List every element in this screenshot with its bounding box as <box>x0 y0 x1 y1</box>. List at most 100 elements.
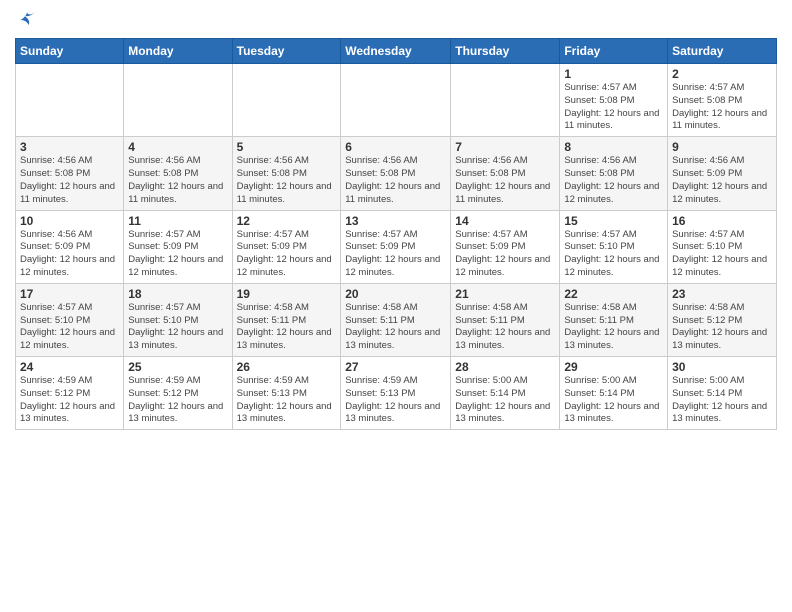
day-number: 3 <box>20 140 119 154</box>
calendar-header-row: SundayMondayTuesdayWednesdayThursdayFrid… <box>16 39 777 64</box>
day-number: 10 <box>20 214 119 228</box>
calendar-cell: 5Sunrise: 4:56 AM Sunset: 5:08 PM Daylig… <box>232 137 341 210</box>
day-number: 18 <box>128 287 227 301</box>
col-header-thursday: Thursday <box>451 39 560 64</box>
day-number: 23 <box>672 287 772 301</box>
day-number: 13 <box>345 214 446 228</box>
day-info: Sunrise: 5:00 AM Sunset: 5:14 PM Dayligh… <box>455 375 555 426</box>
day-number: 25 <box>128 360 227 374</box>
calendar-cell: 23Sunrise: 4:58 AM Sunset: 5:12 PM Dayli… <box>668 283 777 356</box>
day-info: Sunrise: 4:57 AM Sunset: 5:10 PM Dayligh… <box>20 302 119 353</box>
day-info: Sunrise: 4:56 AM Sunset: 5:08 PM Dayligh… <box>237 155 337 206</box>
day-info: Sunrise: 4:58 AM Sunset: 5:11 PM Dayligh… <box>237 302 337 353</box>
calendar-cell: 21Sunrise: 4:58 AM Sunset: 5:11 PM Dayli… <box>451 283 560 356</box>
calendar-cell: 19Sunrise: 4:58 AM Sunset: 5:11 PM Dayli… <box>232 283 341 356</box>
calendar-cell: 12Sunrise: 4:57 AM Sunset: 5:09 PM Dayli… <box>232 210 341 283</box>
day-info: Sunrise: 4:56 AM Sunset: 5:08 PM Dayligh… <box>455 155 555 206</box>
day-info: Sunrise: 4:57 AM Sunset: 5:09 PM Dayligh… <box>128 229 227 280</box>
calendar-cell: 8Sunrise: 4:56 AM Sunset: 5:08 PM Daylig… <box>560 137 668 210</box>
calendar-cell: 3Sunrise: 4:56 AM Sunset: 5:08 PM Daylig… <box>16 137 124 210</box>
day-info: Sunrise: 4:56 AM Sunset: 5:08 PM Dayligh… <box>128 155 227 206</box>
calendar-cell: 22Sunrise: 4:58 AM Sunset: 5:11 PM Dayli… <box>560 283 668 356</box>
calendar-week-row: 24Sunrise: 4:59 AM Sunset: 5:12 PM Dayli… <box>16 357 777 430</box>
day-number: 24 <box>20 360 119 374</box>
calendar-cell: 1Sunrise: 4:57 AM Sunset: 5:08 PM Daylig… <box>560 64 668 137</box>
day-number: 7 <box>455 140 555 154</box>
calendar-cell: 14Sunrise: 4:57 AM Sunset: 5:09 PM Dayli… <box>451 210 560 283</box>
logo-bird-icon <box>17 10 37 30</box>
day-number: 28 <box>455 360 555 374</box>
page: SundayMondayTuesdayWednesdayThursdayFrid… <box>0 0 792 612</box>
day-number: 9 <box>672 140 772 154</box>
day-info: Sunrise: 4:58 AM Sunset: 5:12 PM Dayligh… <box>672 302 772 353</box>
day-info: Sunrise: 4:59 AM Sunset: 5:12 PM Dayligh… <box>128 375 227 426</box>
day-info: Sunrise: 4:59 AM Sunset: 5:13 PM Dayligh… <box>345 375 446 426</box>
day-info: Sunrise: 4:59 AM Sunset: 5:12 PM Dayligh… <box>20 375 119 426</box>
calendar-cell <box>451 64 560 137</box>
calendar-cell: 29Sunrise: 5:00 AM Sunset: 5:14 PM Dayli… <box>560 357 668 430</box>
col-header-friday: Friday <box>560 39 668 64</box>
header <box>15 10 777 30</box>
day-info: Sunrise: 4:57 AM Sunset: 5:10 PM Dayligh… <box>564 229 663 280</box>
day-number: 2 <box>672 67 772 81</box>
calendar-cell: 27Sunrise: 4:59 AM Sunset: 5:13 PM Dayli… <box>341 357 451 430</box>
day-info: Sunrise: 4:57 AM Sunset: 5:10 PM Dayligh… <box>128 302 227 353</box>
day-number: 6 <box>345 140 446 154</box>
calendar-cell: 25Sunrise: 4:59 AM Sunset: 5:12 PM Dayli… <box>124 357 232 430</box>
calendar-week-row: 17Sunrise: 4:57 AM Sunset: 5:10 PM Dayli… <box>16 283 777 356</box>
calendar-cell: 2Sunrise: 4:57 AM Sunset: 5:08 PM Daylig… <box>668 64 777 137</box>
day-number: 14 <box>455 214 555 228</box>
day-number: 21 <box>455 287 555 301</box>
calendar-cell: 7Sunrise: 4:56 AM Sunset: 5:08 PM Daylig… <box>451 137 560 210</box>
day-number: 17 <box>20 287 119 301</box>
calendar-cell: 17Sunrise: 4:57 AM Sunset: 5:10 PM Dayli… <box>16 283 124 356</box>
day-number: 26 <box>237 360 337 374</box>
day-number: 19 <box>237 287 337 301</box>
calendar-cell: 4Sunrise: 4:56 AM Sunset: 5:08 PM Daylig… <box>124 137 232 210</box>
day-number: 29 <box>564 360 663 374</box>
day-info: Sunrise: 4:56 AM Sunset: 5:08 PM Dayligh… <box>345 155 446 206</box>
calendar-cell: 18Sunrise: 4:57 AM Sunset: 5:10 PM Dayli… <box>124 283 232 356</box>
calendar-cell: 9Sunrise: 4:56 AM Sunset: 5:09 PM Daylig… <box>668 137 777 210</box>
day-info: Sunrise: 4:57 AM Sunset: 5:08 PM Dayligh… <box>672 82 772 133</box>
day-info: Sunrise: 4:58 AM Sunset: 5:11 PM Dayligh… <box>564 302 663 353</box>
day-info: Sunrise: 4:56 AM Sunset: 5:09 PM Dayligh… <box>672 155 772 206</box>
calendar-week-row: 10Sunrise: 4:56 AM Sunset: 5:09 PM Dayli… <box>16 210 777 283</box>
calendar-cell: 13Sunrise: 4:57 AM Sunset: 5:09 PM Dayli… <box>341 210 451 283</box>
day-info: Sunrise: 4:57 AM Sunset: 5:10 PM Dayligh… <box>672 229 772 280</box>
day-info: Sunrise: 4:56 AM Sunset: 5:09 PM Dayligh… <box>20 229 119 280</box>
day-info: Sunrise: 5:00 AM Sunset: 5:14 PM Dayligh… <box>564 375 663 426</box>
calendar-table: SundayMondayTuesdayWednesdayThursdayFrid… <box>15 38 777 430</box>
calendar-week-row: 3 Sunrise: 4:56 AM Sunset: 5:08 PM Daylig… <box>16 137 777 210</box>
day-number: 5 <box>237 140 337 154</box>
col-header-wednesday: Wednesday <box>341 39 451 64</box>
logo <box>15 10 37 30</box>
calendar-week-row: 1Sunrise: 4:57 AM Sunset: 5:08 PM Daylig… <box>16 64 777 137</box>
calendar-cell: 6Sunrise: 4:56 AM Sunset: 5:08 PM Daylig… <box>341 137 451 210</box>
day-info: Sunrise: 4:58 AM Sunset: 5:11 PM Dayligh… <box>345 302 446 353</box>
day-info: Sunrise: 4:58 AM Sunset: 5:11 PM Dayligh… <box>455 302 555 353</box>
day-info: Sunrise: 4:57 AM Sunset: 5:09 PM Dayligh… <box>237 229 337 280</box>
calendar-cell: 10Sunrise: 4:56 AM Sunset: 5:09 PM Dayli… <box>16 210 124 283</box>
day-number: 11 <box>128 214 227 228</box>
day-number: 12 <box>237 214 337 228</box>
day-number: 8 <box>564 140 663 154</box>
calendar-cell: 15Sunrise: 4:57 AM Sunset: 5:10 PM Dayli… <box>560 210 668 283</box>
calendar-cell <box>124 64 232 137</box>
day-number: 20 <box>345 287 446 301</box>
calendar-cell: 16Sunrise: 4:57 AM Sunset: 5:10 PM Dayli… <box>668 210 777 283</box>
calendar-cell: 11Sunrise: 4:57 AM Sunset: 5:09 PM Dayli… <box>124 210 232 283</box>
calendar-cell: 28Sunrise: 5:00 AM Sunset: 5:14 PM Dayli… <box>451 357 560 430</box>
col-header-tuesday: Tuesday <box>232 39 341 64</box>
day-number: 30 <box>672 360 772 374</box>
calendar-cell: 26Sunrise: 4:59 AM Sunset: 5:13 PM Dayli… <box>232 357 341 430</box>
day-info: Sunrise: 4:56 AM Sunset: 5:08 PM Dayligh… <box>564 155 663 206</box>
col-header-saturday: Saturday <box>668 39 777 64</box>
logo-area <box>15 10 37 30</box>
calendar-cell: 20Sunrise: 4:58 AM Sunset: 5:11 PM Dayli… <box>341 283 451 356</box>
calendar-cell: 30Sunrise: 5:00 AM Sunset: 5:14 PM Dayli… <box>668 357 777 430</box>
col-header-sunday: Sunday <box>16 39 124 64</box>
day-info: Sunrise: 4:57 AM Sunset: 5:08 PM Dayligh… <box>564 82 663 133</box>
day-number: 16 <box>672 214 772 228</box>
day-number: 27 <box>345 360 446 374</box>
